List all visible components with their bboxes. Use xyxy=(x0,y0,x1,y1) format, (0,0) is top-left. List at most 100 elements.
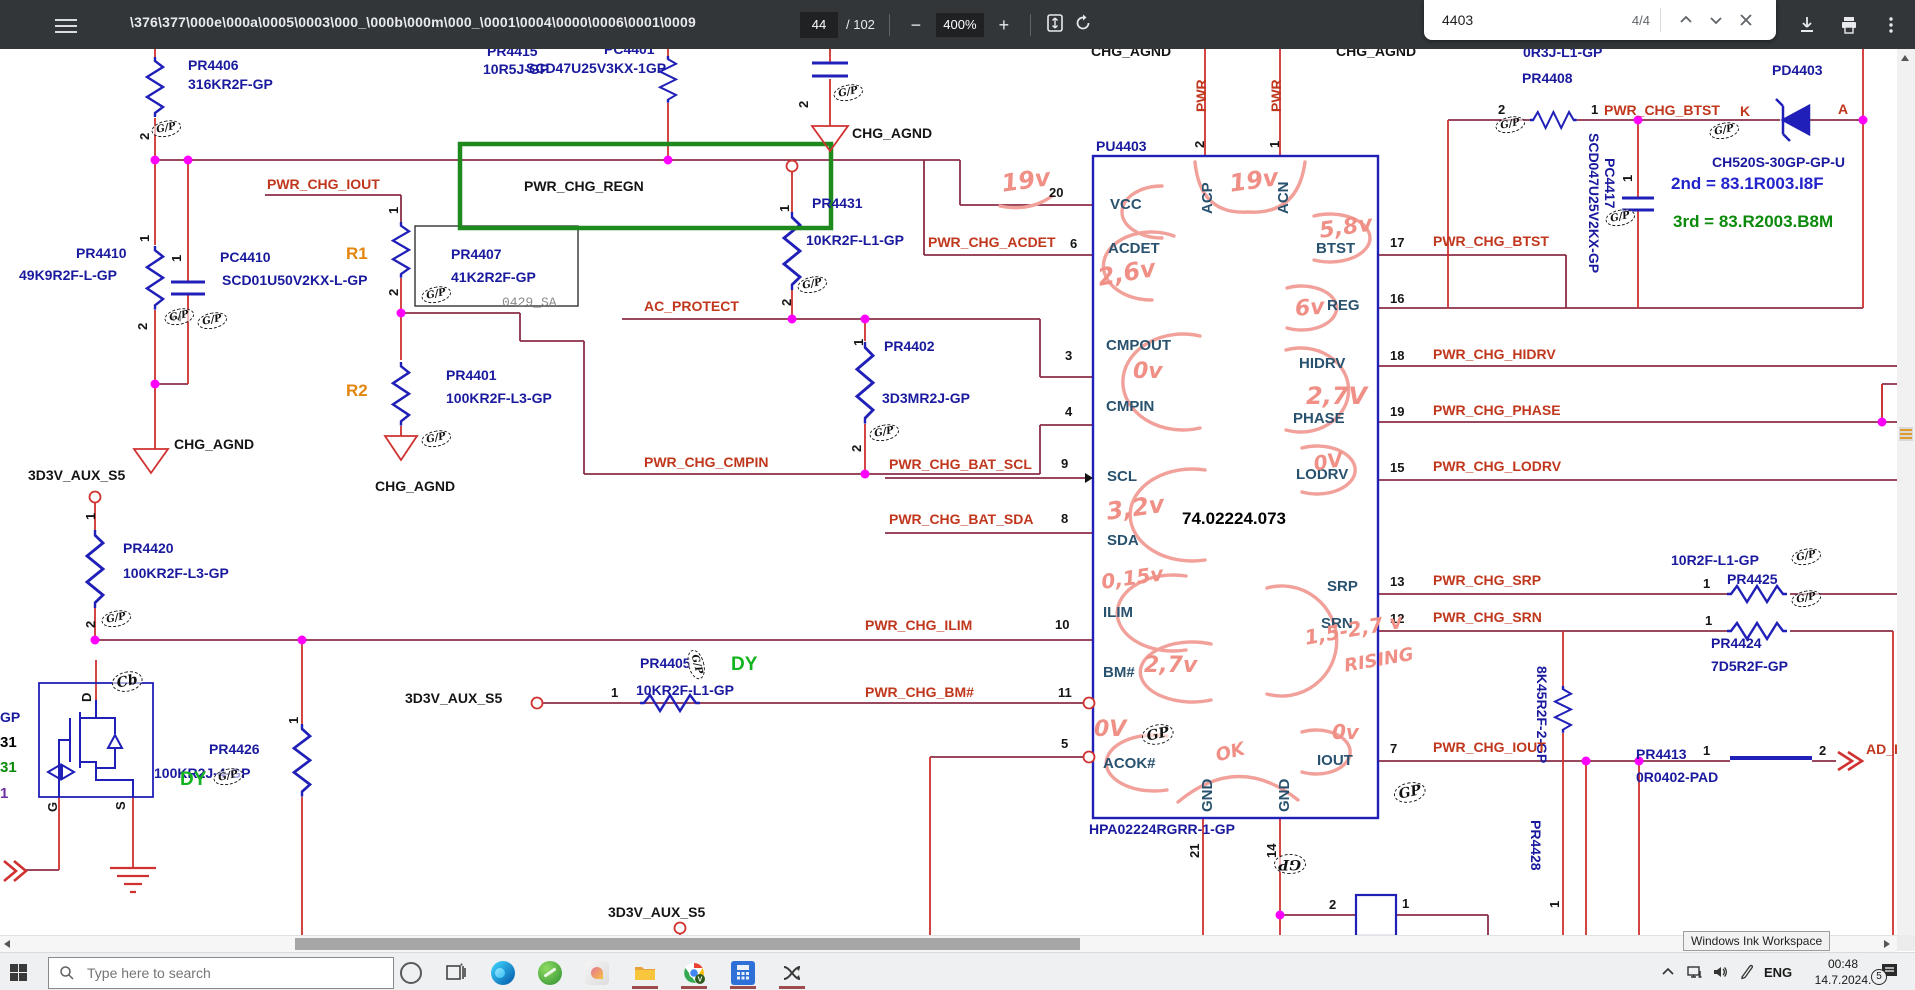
running-indicator xyxy=(779,986,805,989)
find-next-button[interactable] xyxy=(1701,5,1731,35)
schematic-drawing: {} xyxy=(0,0,1915,990)
page-number-input[interactable] xyxy=(800,11,838,38)
scrollbar-corner xyxy=(1897,935,1915,951)
schematic-label: 16 xyxy=(1390,291,1405,306)
schematic-label: PHASE xyxy=(1293,410,1345,427)
scroll-left-arrow[interactable] xyxy=(4,940,10,948)
find-bar: 4/4 xyxy=(1424,0,1776,40)
schematic-label: 5 xyxy=(1061,736,1069,751)
schematic-label: 8 xyxy=(1061,511,1069,526)
taskbar-search-input[interactable] xyxy=(85,964,369,982)
schematic-label: 1 xyxy=(611,685,619,700)
schematic-label: CHG_AGND xyxy=(852,125,933,141)
network-glyph xyxy=(1687,966,1702,978)
zoom-out-button[interactable]: − xyxy=(904,13,928,37)
task-view-icon[interactable] xyxy=(444,961,468,985)
screen: { "toolbar": { "title": "\\376\\377\\000… xyxy=(0,0,1915,990)
schematic-label: 10KR2F-L1-GP xyxy=(806,232,905,248)
schematic-label: PR4425 xyxy=(1727,571,1778,587)
vertical-scrollbar[interactable] xyxy=(1897,49,1915,951)
schematic-label: BM# xyxy=(1103,664,1135,681)
more-options-icon[interactable] xyxy=(1881,15,1901,35)
action-center-icon[interactable]: 5 xyxy=(1871,953,1900,990)
schematic-label: 7D5R2F-GP xyxy=(1711,658,1789,674)
clock-date: 14.7.2024. xyxy=(1814,973,1872,988)
language-label: ENG xyxy=(1764,964,1793,980)
chrome-icon[interactable]: V xyxy=(682,961,706,985)
find-previous-button[interactable] xyxy=(1671,5,1701,35)
schematic-label: 31 xyxy=(0,759,17,776)
schematic-label: DY xyxy=(731,654,758,675)
schematic-label: PWR_CHG_BTST xyxy=(1433,233,1549,249)
pen-icon[interactable] xyxy=(1738,953,1756,990)
divider xyxy=(1029,13,1031,36)
scroll-right-arrow[interactable] xyxy=(1884,940,1890,948)
schematic-label: D xyxy=(79,692,94,702)
calculator-icon[interactable] xyxy=(731,961,755,985)
schematic-label: 100KR2F-L3-GP xyxy=(446,390,552,406)
schematic-label: PR4413 xyxy=(1636,746,1687,762)
schematic-label: 2 xyxy=(83,620,98,628)
schematic-label: 10R2F-L1-GP xyxy=(1671,552,1759,568)
schematic-label: PWR_CHG_BAT_SDA xyxy=(889,511,1034,527)
find-input[interactable] xyxy=(1440,11,1594,29)
schematic-label: 316KR2F-GP xyxy=(188,76,273,92)
schematic-label: PWR xyxy=(1268,79,1284,112)
tray-chevron[interactable] xyxy=(1660,953,1676,990)
schematic-label: PR4426 xyxy=(209,741,260,757)
sharex-icon[interactable] xyxy=(780,961,804,985)
scroll-up-arrow[interactable] xyxy=(1901,55,1909,61)
chevron-up-icon xyxy=(1662,967,1674,975)
taskbar: V ENG 00:48 14.7.2024. 5 xyxy=(0,952,1915,990)
schematic-label: PWR_CHG_SRN xyxy=(1433,609,1542,625)
rotate-button[interactable] xyxy=(1073,13,1093,36)
schematic-label: 3D3V_AUX_S5 xyxy=(28,467,126,483)
file-explorer-icon[interactable] xyxy=(633,961,657,985)
volume-icon[interactable] xyxy=(1711,953,1729,990)
schematic-label: PR4420 xyxy=(123,540,174,556)
handwritten-annotation: 2,7V xyxy=(1306,382,1368,410)
schematic-label: 2 xyxy=(849,444,864,452)
paint-app-icon[interactable] xyxy=(585,961,609,985)
schematic-label: 1 xyxy=(137,234,152,242)
green-app-icon[interactable] xyxy=(538,961,562,985)
schematic-label: PR4406 xyxy=(188,57,239,73)
zoom-level[interactable]: 400% xyxy=(935,12,984,37)
horizontal-scrollbar[interactable] xyxy=(0,935,1897,952)
network-icon[interactable] xyxy=(1686,953,1704,990)
schematic-label: HPA02224RGRR-1-GP xyxy=(1089,821,1236,837)
menu-icon[interactable] xyxy=(55,15,77,33)
zoom-in-button[interactable]: + xyxy=(992,13,1016,37)
edge-icon[interactable] xyxy=(491,961,515,985)
schematic-label: GND xyxy=(1276,778,1293,812)
schematic-label: 1 xyxy=(83,512,98,520)
running-indicator xyxy=(730,986,756,989)
schematic-label: 1 xyxy=(851,338,866,346)
schematic-label: 3D3V_AUX_S5 xyxy=(608,904,706,920)
schematic-label: 2 xyxy=(779,298,794,306)
horizontal-scrollbar-thumb[interactable] xyxy=(295,938,1080,950)
schematic-label: PWR_CHG_REGN xyxy=(524,178,644,194)
download-icon[interactable] xyxy=(1797,15,1817,35)
schematic-label: 41K2R2F-GP xyxy=(451,269,536,285)
schematic-label: 1 xyxy=(0,785,9,802)
task-view-glyph xyxy=(446,963,466,980)
document-title: \376\377\000e\000a\0005\0003\000_\000b\0… xyxy=(130,14,697,30)
schematic-label: 14 xyxy=(1264,843,1279,858)
schematic-label: PWR_CHG_BTST xyxy=(1604,102,1720,118)
clock[interactable]: 00:48 14.7.2024. xyxy=(1812,956,1874,988)
print-icon[interactable] xyxy=(1839,15,1859,35)
schematic-label: 1 xyxy=(1591,102,1599,117)
handwritten-annotation: 0V xyxy=(1094,717,1127,742)
start-button[interactable] xyxy=(10,964,27,981)
folder-glyph xyxy=(635,967,655,980)
cortana-icon[interactable] xyxy=(399,961,423,985)
fit-page-button[interactable] xyxy=(1045,13,1065,36)
find-close-button[interactable] xyxy=(1731,5,1761,35)
schematic-label: 10 xyxy=(1055,617,1070,632)
schematic-label: ILIM xyxy=(1103,604,1133,621)
taskbar-search[interactable] xyxy=(48,957,394,989)
language-indicator[interactable]: ENG xyxy=(1764,953,1792,990)
rotate-icon xyxy=(1076,14,1090,30)
pen-glyph xyxy=(1741,964,1754,980)
